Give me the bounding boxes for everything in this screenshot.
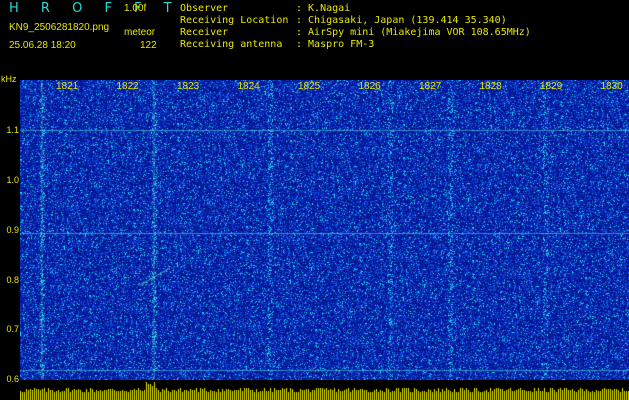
filename-label: KN9_2506281820.png [9,22,110,33]
xtick-label: 1821 [56,81,79,92]
echo-count-bar [20,380,629,400]
header: H R O F F T 1.00f KN9_2506281820.png met… [0,0,629,80]
meteor-label: meteor [124,27,156,38]
ytick-label: 0.7 [6,324,19,334]
yaxis-unit: kHz [1,74,17,84]
ytick-label: 0.6 [6,374,19,384]
xtick-label: 1827 [419,81,442,92]
xtick-label: 1822 [116,81,139,92]
xtick-label: 1830 [600,81,623,92]
xtick-label: 1829 [540,81,563,92]
meta-row-receiver: Receiver: AirSpy mini (Miakejima VOR 108… [180,27,531,38]
xtick-label: 1828 [479,81,502,92]
meta-row-location: Receiving Location: Chigasaki, Japan (13… [180,15,507,26]
ytick-label: 1.0 [6,175,19,185]
app-title: H R O F F T [9,1,181,16]
ytick-label: 0.9 [6,225,19,235]
version-label: 1.00f [124,3,147,14]
meteor-count: 122 [140,40,157,51]
ytick-label: 0.8 [6,275,19,285]
xtick-label: 1825 [298,81,321,92]
metadata-block: Observer: K.Nagai Receiving Location: Ch… [180,3,531,51]
spectrogram-plot [20,80,629,380]
xtick-label: 1826 [358,81,381,92]
ytick-label: 1.1 [6,125,19,135]
xtick-label: 1823 [177,81,200,92]
xtick-label: 1824 [237,81,260,92]
datetime-label: 25.06.28 18:20 [9,40,76,51]
meta-row-antenna: Receiving antenna: Maspro FM-3 [180,39,375,50]
meta-row-observer: Observer: K.Nagai [180,3,351,14]
